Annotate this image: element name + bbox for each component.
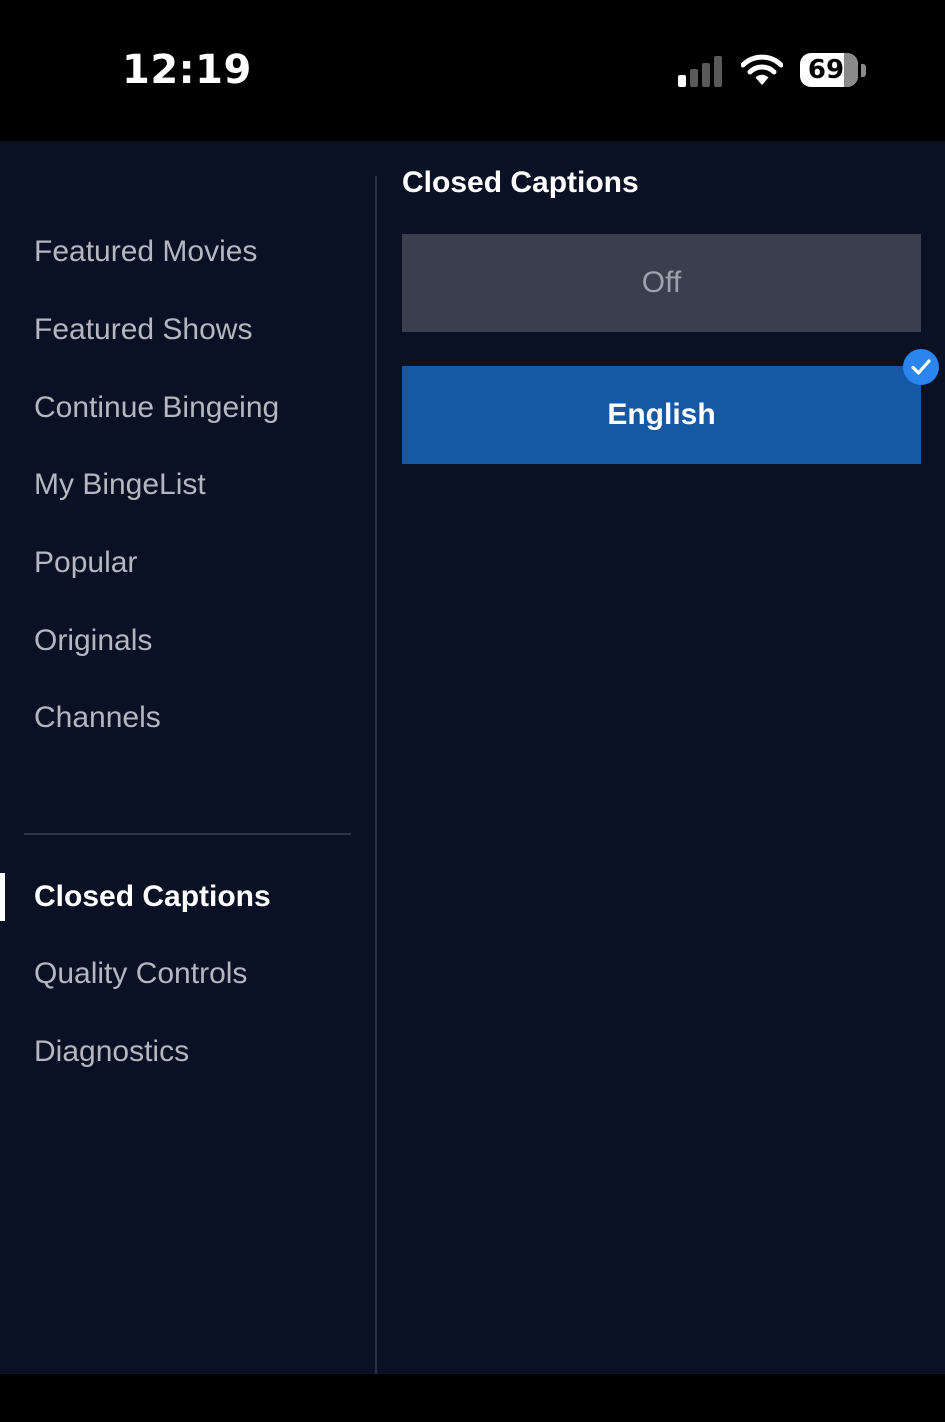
wifi-icon [741, 54, 783, 85]
sidebar-item-continue-bingeing[interactable]: Continue Bingeing [34, 383, 279, 433]
battery-tip [861, 64, 866, 77]
caption-option-english[interactable]: English [402, 366, 921, 464]
sidebar-item-quality-controls[interactable]: Quality Controls [34, 949, 247, 999]
sidebar-item-my-bingelist[interactable]: My BingeList [34, 460, 206, 510]
sidebar-item-closed-captions[interactable]: Closed Captions [34, 872, 271, 922]
cellular-signal-icon [678, 56, 722, 87]
sidebar-item-popular[interactable]: Popular [34, 538, 137, 588]
bottom-bar [0, 1374, 945, 1422]
sidebar-item-originals[interactable]: Originals [34, 616, 152, 666]
settings-screen: Featured Movies Featured Shows Continue … [0, 141, 945, 1374]
sidebar-item-diagnostics[interactable]: Diagnostics [34, 1027, 189, 1077]
battery-icon: 69 [800, 53, 868, 89]
sidebar-item-featured-movies[interactable]: Featured Movies [34, 227, 257, 277]
status-bar: 12:19 69 [0, 0, 945, 141]
battery-level: 69 [807, 55, 845, 85]
checkmark-icon [903, 349, 939, 385]
sidebar: Featured Movies Featured Shows Continue … [0, 141, 375, 1374]
sidebar-divider [24, 833, 351, 835]
status-time: 12:19 [122, 47, 252, 93]
battery-body: 69 [800, 53, 858, 87]
page-title: Closed Captions [402, 166, 639, 199]
sidebar-item-channels[interactable]: Channels [34, 693, 161, 743]
caption-option-off[interactable]: Off [402, 234, 921, 332]
vertical-divider [375, 176, 377, 1374]
active-indicator [0, 873, 5, 921]
sidebar-item-featured-shows[interactable]: Featured Shows [34, 305, 252, 355]
